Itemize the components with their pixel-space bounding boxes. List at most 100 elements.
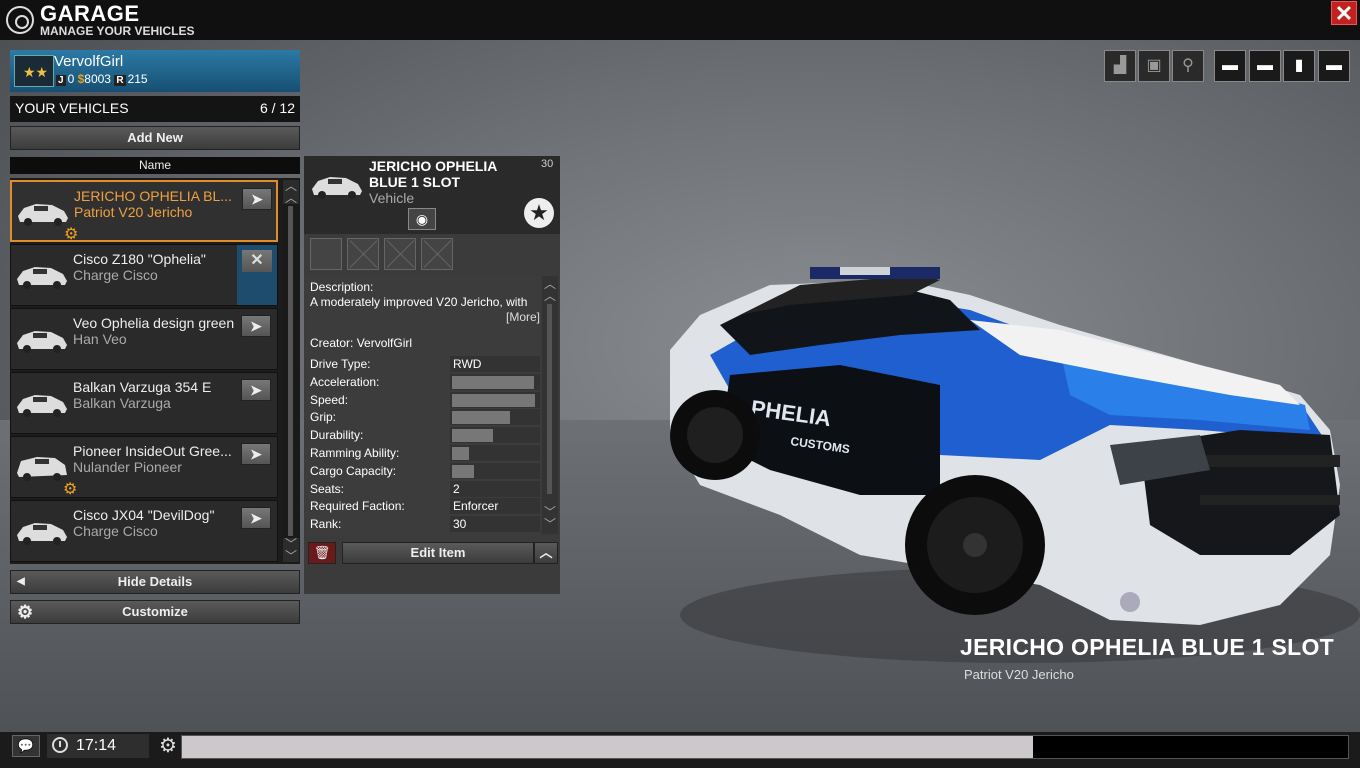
scroll-up-icon[interactable]: ︿ ︿	[283, 180, 299, 204]
car-rear-icon[interactable]: ▬	[1318, 50, 1350, 82]
close-button[interactable]: ✕	[1331, 1, 1357, 26]
stat-row: Durability:	[306, 427, 540, 444]
remove-vehicle-button[interactable]: ✕	[237, 245, 277, 305]
stat-bar	[452, 411, 511, 425]
column-header-name[interactable]: Name	[10, 157, 300, 174]
vehicle-name: Veo Ophelia design green	[73, 315, 235, 331]
j-currency-icon: J	[56, 75, 66, 86]
settings-gear-icon[interactable]: ⚙	[155, 735, 181, 759]
car-top-icon[interactable]: ▮	[1283, 50, 1315, 82]
engine-icon[interactable]: ▣	[1138, 50, 1170, 82]
stat-label: Seats:	[310, 481, 345, 496]
stat-row: Grip:	[306, 409, 540, 426]
vehicle-list-scrollbar[interactable]: ︿ ︿ ﹀ ﹀	[282, 178, 300, 564]
details-body: Description: A moderately improved V20 J…	[306, 276, 540, 536]
stat-bar	[452, 429, 494, 443]
enforcer-badge-icon: ★	[524, 198, 554, 228]
r-currency-value: 215	[127, 72, 148, 86]
list-item[interactable]: JERICHO OPHELIA BL... Patriot V20 Jerich…	[10, 180, 278, 243]
more-link[interactable]: [More]	[506, 310, 540, 324]
customized-gear-icon: ⚙	[63, 481, 78, 498]
stat-label: Rank:	[310, 517, 342, 532]
scroll-thumb[interactable]	[547, 304, 552, 494]
chevron-up-icon[interactable]: ︿	[534, 542, 558, 564]
stat-value: RWD	[453, 357, 482, 371]
customize-label: Customize	[122, 604, 188, 619]
car-front-icon[interactable]: ▬	[1249, 50, 1281, 82]
vehicle-model: Charge Cisco	[73, 267, 158, 283]
clock-icon	[52, 737, 68, 753]
progress-fill	[182, 736, 1034, 758]
description: Description: A moderately improved V20 J…	[310, 280, 540, 310]
details-scrollbar[interactable]: ︿ ︿ ﹀ ﹀	[542, 276, 558, 534]
status-bar: 💬 17:14 ⚙	[0, 732, 1360, 768]
globe-icon[interactable]: ◉	[408, 208, 436, 230]
stat-bar	[452, 447, 470, 460]
edit-item-button[interactable]: Edit Item	[342, 542, 534, 564]
gear-icon: ⚙	[17, 602, 34, 622]
list-item[interactable]: Cisco JX04 "DevilDog" Charge Cisco ➤	[10, 500, 278, 562]
paint-icon[interactable]: ▟	[1104, 50, 1136, 82]
details-header: JERICHO OPHELIA BLUE 1 SLOT 30 Vehicle ◉…	[304, 156, 560, 234]
description-label: Description:	[310, 280, 374, 294]
car-thumbnail-icon	[17, 267, 67, 289]
stat-value: 2	[453, 481, 460, 496]
select-arrow-button[interactable]: ➤	[241, 443, 271, 465]
close-icon: ✕	[242, 250, 272, 272]
detail-type: Vehicle	[369, 190, 415, 206]
r-currency-icon: R	[114, 75, 126, 86]
scroll-thumb[interactable]	[288, 206, 293, 536]
clock-time: 17:14	[76, 737, 117, 754]
display-vehicle-model: Patriot V20 Jericho	[964, 667, 1074, 682]
stat-row: Drive Type: RWD	[306, 356, 540, 373]
delete-trash-icon[interactable]: 🗑	[308, 542, 336, 564]
hide-details-button[interactable]: ◀ Hide Details	[10, 570, 300, 594]
upgrade-slot[interactable]	[310, 238, 342, 270]
car-thumbnail-icon	[17, 395, 67, 417]
detail-vehicle-name: JERICHO OPHELIA BLUE 1 SLOT	[369, 158, 497, 190]
stat-row: Acceleration:	[306, 373, 540, 391]
select-arrow-button[interactable]: ➤	[241, 315, 271, 337]
chevron-left-icon: ◀	[17, 576, 25, 587]
scroll-down-icon[interactable]: ﹀ ﹀	[283, 538, 299, 562]
upgrade-slot-locked	[384, 238, 416, 270]
vehicle-name: Cisco JX04 "DevilDog"	[73, 507, 215, 523]
add-new-button[interactable]: Add New	[10, 126, 300, 150]
list-item[interactable]: Balkan Varzuga 354 E Balkan Varzuga ➤	[10, 372, 278, 434]
vehicles-header-label: YOUR VEHICLES	[15, 100, 129, 116]
vehicle-name: JERICHO OPHELIA BL...	[74, 188, 232, 204]
vehicle-model: Patriot V20 Jericho	[74, 204, 193, 220]
stat-row: Cargo Capacity:	[306, 462, 540, 480]
list-item[interactable]: Pioneer InsideOut Gree... Nulander Pione…	[10, 436, 278, 498]
list-item[interactable]: Cisco Z180 "Ophelia" Charge Cisco ✕	[10, 244, 278, 306]
stat-label: Drive Type:	[310, 357, 371, 371]
tools-icon[interactable]: ⚲	[1172, 50, 1204, 82]
car-side-icon[interactable]: ▬	[1214, 50, 1246, 82]
title-bar: GARAGE MANAGE YOUR VEHICLES ✕	[0, 0, 1360, 40]
select-arrow-button[interactable]: ➤	[242, 188, 272, 210]
chat-icon[interactable]: 💬	[12, 735, 40, 757]
clock: 17:14	[47, 734, 149, 758]
vehicles-count: 6 / 12	[259, 100, 295, 116]
list-item[interactable]: Veo Ophelia design green Han Veo ➤	[10, 308, 278, 370]
vehicle-model: Charge Cisco	[73, 523, 158, 539]
stat-row: Seats: 2	[306, 480, 540, 498]
stat-label: Acceleration:	[310, 374, 380, 389]
vehicle-model: Han Veo	[73, 331, 127, 347]
customize-button[interactable]: ⚙ Customize	[10, 600, 300, 624]
stat-bar	[452, 393, 536, 407]
j-currency-value: 0	[67, 72, 75, 86]
rank-insignia-icon: ★★	[14, 55, 54, 87]
stat-row: Speed:	[306, 391, 540, 409]
vehicle-3d-view[interactable]: PHELIA CUSTOMS	[640, 255, 1360, 675]
scroll-up-icon[interactable]: ︿ ︿	[542, 278, 558, 302]
vehicle-list: JERICHO OPHELIA BL... Patriot V20 Jerich…	[10, 178, 300, 564]
select-arrow-button[interactable]: ➤	[241, 507, 271, 529]
scroll-down-icon[interactable]: ﹀ ﹀	[542, 506, 558, 530]
vehicle-model: Nulander Pioneer	[73, 459, 182, 475]
stat-value: Enforcer	[453, 499, 499, 514]
vehicles-header: YOUR VEHICLES 6 / 12	[10, 96, 300, 122]
detail-number: 30	[541, 158, 554, 170]
select-arrow-button[interactable]: ➤	[241, 379, 271, 401]
car-thumbnail-icon	[17, 331, 67, 353]
